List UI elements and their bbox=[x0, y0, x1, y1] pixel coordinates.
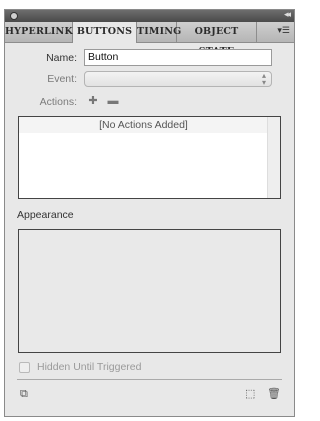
hidden-until-triggered-label: Hidden Until Triggered bbox=[37, 361, 142, 373]
appearance-box[interactable] bbox=[18, 229, 281, 353]
tab-timing[interactable]: TIMING bbox=[137, 22, 181, 42]
convert-object-icon[interactable]: ⬚ bbox=[245, 388, 255, 400]
event-select[interactable]: ▴ ▾ bbox=[84, 71, 272, 87]
delete-icon[interactable]: 🗑 bbox=[267, 388, 281, 400]
tab-bar: HYPERLINKS BUTTONS TIMING OBJECT STATE ▾… bbox=[5, 22, 294, 57]
actions-list[interactable]: [No Actions Added] bbox=[18, 116, 281, 199]
close-icon[interactable] bbox=[10, 12, 18, 20]
appearance-heading: Appearance bbox=[17, 209, 74, 221]
buttons-panel: ◂◂ HYPERLINKS BUTTONS TIMING OBJECT STAT… bbox=[4, 9, 295, 417]
select-arrows-icon: ▴ ▾ bbox=[261, 71, 266, 87]
name-field[interactable]: Button bbox=[84, 49, 272, 66]
tab-buttons[interactable]: BUTTONS bbox=[73, 22, 137, 43]
add-action-icon[interactable]: ✚ bbox=[86, 96, 100, 107]
hidden-until-triggered-checkbox[interactable] bbox=[19, 362, 30, 373]
actions-empty-row: [No Actions Added] bbox=[19, 117, 268, 133]
footer-divider bbox=[17, 379, 282, 380]
actions-scrollbar[interactable] bbox=[267, 117, 280, 198]
tab-hyperlinks[interactable]: HYPERLINKS bbox=[5, 22, 80, 42]
panel-titlebar: ◂◂ bbox=[5, 9, 294, 22]
remove-action-icon[interactable]: ▬ bbox=[106, 96, 120, 107]
collapse-icon[interactable]: ◂◂ bbox=[284, 9, 291, 20]
event-label: Event: bbox=[47, 73, 77, 85]
panel-menu-icon[interactable]: ▾☰ bbox=[277, 25, 290, 36]
tab-object-state[interactable]: OBJECT STATE bbox=[177, 22, 257, 57]
actions-label: Actions: bbox=[39, 96, 77, 108]
preview-icon[interactable]: ⧉ bbox=[20, 388, 28, 400]
name-label: Name: bbox=[46, 52, 77, 64]
